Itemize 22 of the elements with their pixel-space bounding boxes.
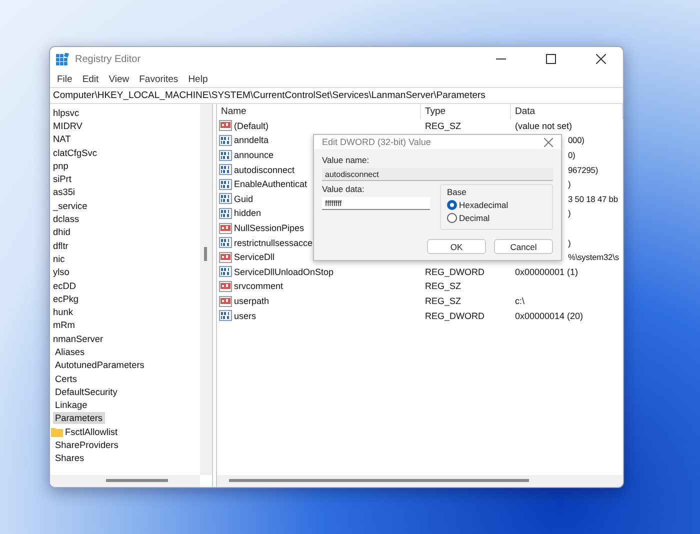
window-title: Registry Editor [75,54,142,64]
table-cell: ) [568,179,571,190]
table-cell: %\system32\s [568,252,619,262]
table-cell: 0) [568,150,576,160]
table-cell-text: REG_DWORD [424,266,486,279]
table-cell-text: REG_SZ [424,280,462,294]
table-cell-text: REG_SZ [424,120,462,133]
table-cell-text: c:\ [514,295,526,308]
table-cell: 967295) [568,164,598,175]
table-cell-text: 0x00000014 (20) [514,310,584,323]
table-cell: ) [568,208,571,218]
dialog-title: Edit DWORD (32-bit) Value [322,137,431,147]
table-cell-text: REG_SZ [424,295,462,308]
table-cell-text: 0x00000001 (1) [514,266,580,279]
table-cell: ) [568,238,571,248]
field-label: Value name: [322,155,370,165]
field-label: Value data: [322,184,366,194]
table-cell: 3 50 18 47 bb [568,194,618,204]
group-label: Base [447,187,468,197]
table-cell-text: REG_DWORD [424,310,486,323]
table-cell: 000) [568,135,584,146]
table-cell-text: (value not set) [514,120,574,133]
